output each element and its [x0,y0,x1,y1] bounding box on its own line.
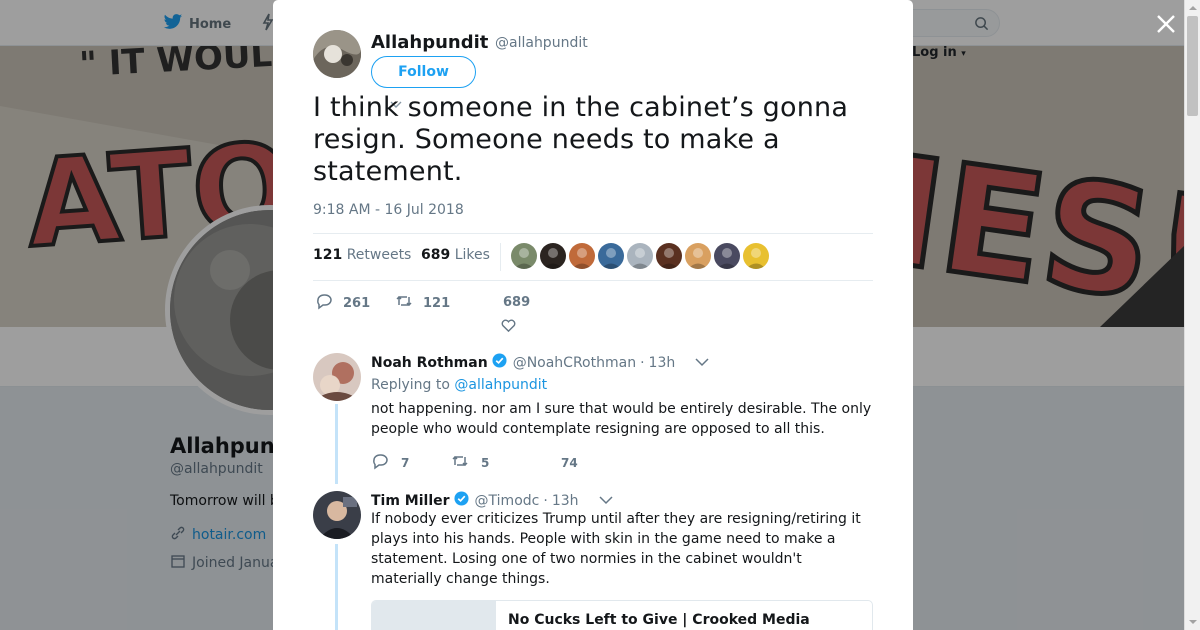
verified-badge-icon [454,491,469,510]
scroll-up-icon[interactable] [1188,3,1198,13]
retweets-stat[interactable]: 121 Retweets [313,247,411,263]
retweet-action[interactable]: 5 [451,452,561,473]
verified-badge-icon [492,353,507,372]
login-label: Log in [912,45,957,60]
author-avatar[interactable] [313,30,361,78]
likes-label: Likes [454,247,490,263]
close-icon[interactable] [1154,12,1178,36]
reply-time[interactable]: 13h [649,355,676,371]
like-count: 74 [561,455,578,470]
retweets-count: 121 [313,247,343,263]
liker-avatar[interactable] [540,243,566,269]
link-card[interactable]: No Cucks Left to Give | Crooked Media [371,600,873,630]
scrollbar-thumb[interactable] [1187,16,1198,116]
reply-text: not happening. nor am I sure that would … [371,401,872,437]
follow-button[interactable]: Follow [371,56,476,88]
reply-dot: · [543,492,548,509]
chevron-down-icon[interactable] [679,355,709,371]
reply-header: Tim Miller @Timodc · 13h [371,491,613,510]
reply-actions: 7 5 74 [371,452,578,473]
retweet-icon [451,452,469,473]
likes-count: 689 [421,247,451,263]
liker-avatar[interactable] [743,243,769,269]
reply-text: If nobody ever criticizes Trump until af… [371,511,861,587]
scroll-down-icon[interactable] [1188,617,1198,627]
likes-stat[interactable]: 689 Likes [421,247,490,263]
thread-line [335,404,338,484]
liker-avatar[interactable] [511,243,537,269]
replying-to-link[interactable]: @allahpundit [454,377,547,393]
reply-count: 7 [401,455,410,470]
author-name[interactable]: Allahpundit [371,32,488,53]
tweet-timestamp[interactable]: 9:18 AM - 16 Jul 2018 [313,202,464,218]
tweet-actions: 261 121 689 [313,292,873,340]
like-action[interactable]: 74 [561,452,578,473]
chevron-down-icon: ▾ [961,49,966,59]
retweet-count: 5 [481,455,490,470]
card-title: No Cucks Left to Give | Crooked Media [508,612,810,628]
reply-icon [315,292,333,314]
replying-prefix: Replying to [371,377,450,393]
reply-count: 261 [343,295,371,311]
liker-avatar[interactable] [569,243,595,269]
retweets-label: Retweets [346,247,412,263]
liker-avatar[interactable] [598,243,624,269]
replying-to: Replying to @allahpundit [371,377,547,393]
reply-action[interactable]: 261 [315,292,370,314]
reply-avatar[interactable] [313,353,361,401]
reply-icon [371,452,389,473]
reply-header: Noah Rothman @NoahCRothman · 13h [371,353,709,372]
login-link[interactable]: Log in ▾ [912,45,966,60]
reply-dot: · [640,354,645,371]
page-scrollbar[interactable] [1184,0,1200,630]
chevron-down-icon[interactable] [583,493,613,509]
liker-avatars [511,243,769,269]
retweet-count: 121 [423,295,451,311]
liker-avatar[interactable] [627,243,653,269]
author-handle[interactable]: @allahpundit [495,35,588,51]
reply-author-handle[interactable]: @Timodc [475,493,540,509]
reply-author-handle[interactable]: @NoahCRothman [513,355,636,371]
thread-line [335,544,338,630]
retweet-action[interactable]: 121 [395,292,450,314]
card-image [372,601,496,630]
reply-time[interactable]: 13h [552,493,579,509]
reply-author-name[interactable]: Tim Miller [371,493,450,509]
retweet-icon [395,292,413,314]
tweet-modal: Allahpundit @allahpundit Follow I think … [273,0,913,630]
reply-avatar[interactable] [313,491,361,539]
tweet-stats: 121 Retweets 689 Likes [313,233,873,281]
reply-action[interactable]: 7 [371,452,451,473]
stats-divider [500,243,501,271]
liker-avatar[interactable] [685,243,711,269]
tweet-text: I think someone in the cabinet’s gonna r… [313,92,849,187]
liker-avatar[interactable] [656,243,682,269]
liker-avatar[interactable] [714,243,740,269]
reply-author-name[interactable]: Noah Rothman [371,355,488,371]
heart-icon[interactable] [500,317,517,334]
like-count[interactable]: 689 [503,295,530,310]
